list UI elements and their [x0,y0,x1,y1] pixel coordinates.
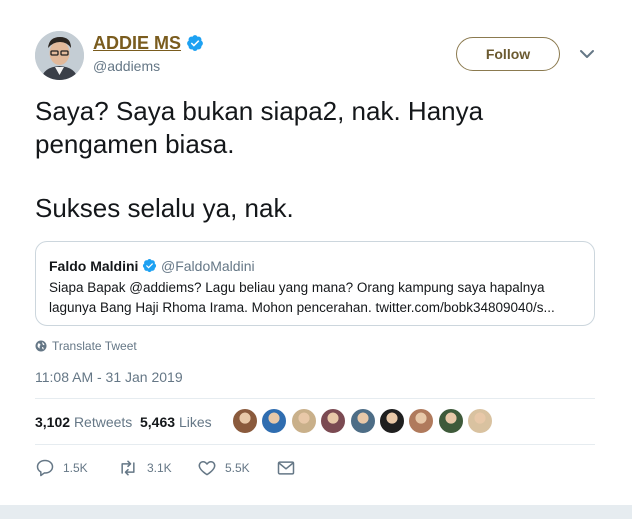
verified-badge-icon [142,258,157,273]
retweet-button[interactable]: 3.1K [117,458,172,478]
author-handle[interactable]: @addiems [93,58,160,74]
tweet-card: ADDIE MS @addiems Follow Saya? Saya buka… [0,0,632,505]
likes-stat[interactable]: 5,463 Likes [140,414,212,430]
chevron-down-icon[interactable] [579,48,595,60]
divider [35,444,595,445]
retweets-count: 3,102 [35,414,71,430]
engagement-stats: 3,102 Retweets 5,463 Likes [35,414,212,430]
liker-avatar[interactable] [320,408,347,434]
tweet-text: Saya? Saya bukan siapa2, nak. Hanya peng… [35,95,595,225]
reply-button[interactable]: 1.5K [35,458,88,478]
tweet-text-line: Saya? Saya bukan siapa2, nak. Hanya [35,96,484,126]
envelope-icon [277,461,295,475]
liker-avatar[interactable] [232,408,258,434]
quoted-author-name: Faldo Maldini [49,258,139,274]
translate-tweet-link[interactable]: Translate Tweet [35,339,137,353]
tweet-text-line: pengamen biasa. [35,129,235,159]
liker-avatar[interactable] [261,408,288,434]
translate-tweet-label: Translate Tweet [52,339,137,353]
tweet-timestamp[interactable]: 11:08 AM - 31 Jan 2019 [35,369,183,385]
liker-avatars [232,408,497,434]
likes-count: 5,463 [140,414,176,430]
reply-count: 1.5K [63,461,88,475]
reply-icon [36,459,54,477]
author-avatar[interactable] [35,31,84,80]
retweet-count: 3.1K [147,461,172,475]
like-button[interactable]: 5.5K [197,458,250,478]
quoted-tweet[interactable]: Faldo Maldini @FaldoMaldini Siapa Bapak … [35,241,595,326]
heart-icon [198,461,216,476]
retweet-icon [121,460,135,476]
verified-badge-icon [187,35,203,51]
globe-icon [35,340,47,352]
direct-message-button[interactable] [276,458,304,478]
liker-avatar[interactable] [378,408,405,434]
like-count: 5.5K [225,461,250,475]
retweets-stat[interactable]: 3,102 Retweets [35,414,132,430]
quoted-tweet-text: Siapa Bapak @addiems? Lagu beliau yang m… [49,280,555,315]
retweets-label: Retweets [73,414,133,430]
liker-avatar[interactable] [437,408,464,434]
liker-avatar[interactable] [290,408,317,434]
liker-avatar[interactable] [467,408,494,434]
author-name[interactable]: ADDIE MS [93,33,181,54]
tweet-text-line: Sukses selalu ya, nak. [35,193,294,223]
divider [35,398,595,399]
liker-avatar[interactable] [408,408,435,434]
follow-button[interactable]: Follow [456,37,560,71]
liker-avatar[interactable] [349,408,376,434]
quoted-author-handle: @FaldoMaldini [161,258,255,274]
timeline-background [0,505,632,519]
likes-label: Likes [178,414,212,430]
